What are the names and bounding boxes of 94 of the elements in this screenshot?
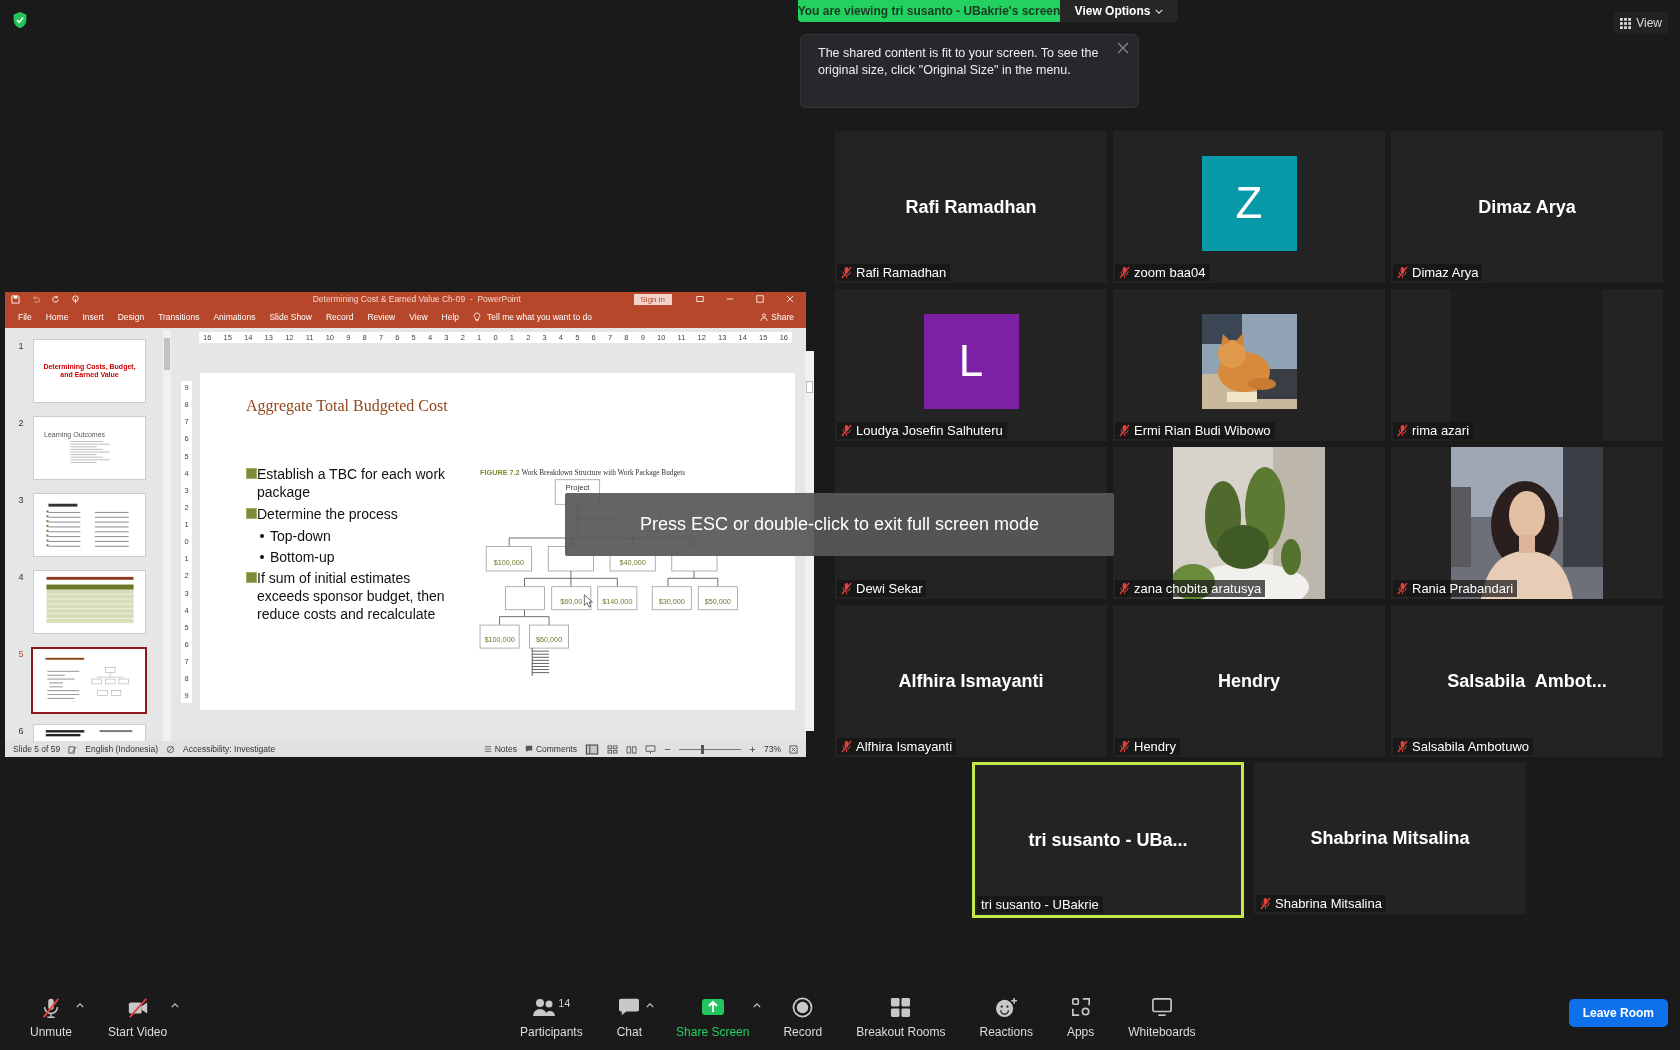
avatar: L [923,313,1019,409]
whiteboards-button[interactable]: Whiteboards [1118,996,1206,1039]
participant-label: Dimaz Arya [1412,265,1479,280]
participant-label: Loudya Josefin Salhuteru [856,423,1003,438]
breakout-button[interactable]: Breakout Rooms [846,996,956,1039]
participant-label: Hendry [1134,739,1176,754]
participant-label: Rania Prabandari [1412,581,1514,596]
participant-name: Rafi Ramadhan [905,196,1037,218]
participant-name: Alfhira Ismayanti [898,670,1044,692]
record-button[interactable]: Record [773,996,833,1039]
slide-number: 1 [17,340,25,353]
participant-name: Salsabila Ambot... [1447,670,1607,692]
participant-label: rima azari [1412,423,1470,438]
tooltip-text: The shared content is fit to your screen. To see the original size, click "Original Size" in the menu. [818,45,1100,79]
ribbon-tab[interactable]: Help [441,312,460,322]
slide-number: 6 [17,725,25,738]
participant-label: Salsabila Ambotuwo [1412,739,1530,754]
wbs-node: $140,000 [597,586,638,611]
slide-title: Aggregate Total Budgeted Cost [246,397,448,415]
participant-count: 14 [558,996,571,1009]
participant-label: Dewi Sekar [856,581,923,596]
view-button[interactable]: View [1614,12,1668,34]
chat-button[interactable]: Chat [606,996,653,1039]
participant-name: tri susanto - UBa... [1028,829,1188,851]
tell-me-search[interactable]: Tell me what you want to do [487,312,592,322]
participant-name: Shabrina Mitsalina [1310,827,1470,849]
ribbon-tab[interactable]: View [409,312,428,322]
window-title: Determining Cost & Earned Value Ch-09 - PowerPoint [311,294,522,304]
video-tile[interactable]: zana chobita aratusya [1113,447,1385,599]
ribbon-tab[interactable]: Slide Show [269,312,312,322]
participant-label: Ermi Rian Budi Wibowo [1134,423,1271,438]
slide-number: 2 [17,417,25,430]
fullscreen-hint-toast: Press ESC or double-click to exit full screen mode [565,493,1114,556]
sign-in-button[interactable]: Sign in [633,293,672,305]
video-tile[interactable]: tri susanto - UBa... tri susanto - UBakrie [972,762,1244,918]
figure-label: FIGURE 7.2 [480,469,520,478]
ribbon-tab[interactable]: Design [117,312,145,322]
wbs-node: $50,000 [697,586,738,611]
accessibility-status[interactable]: Accessibility: Investigate [183,744,276,754]
ribbon-tab[interactable]: Review [367,312,396,322]
slide-number: 3 [17,494,25,507]
avatar: Z [1201,155,1297,251]
ribbon-tab[interactable]: Animations [213,312,256,322]
share-button[interactable]: Share [760,312,794,322]
video-tile[interactable]: rima azari [1391,289,1663,441]
video-button[interactable]: Start Video [98,996,178,1039]
ribbon-tab[interactable]: Record [326,312,354,322]
video-tile[interactable]: Shabrina Mitsalina Shabrina Mitsalina [1254,762,1526,914]
video-tile[interactable]: L Loudya Josefin Salhuteru [835,289,1107,441]
ribbon-tab[interactable]: Transitions [158,312,200,322]
bullet-text: Determine the process [257,505,399,523]
slide-number: 4 [17,571,25,584]
participants-button[interactable]: 14 Participants [510,996,593,1039]
participant-label: zana chobita aratusya [1134,581,1262,596]
mic-button[interactable]: Unmute [20,996,83,1039]
participant-label: Alfhira Ismayanti [856,739,953,754]
ribbon-tab[interactable]: Home [45,312,69,322]
video-tile[interactable]: Dimaz Arya Dimaz Arya [1391,131,1663,283]
video-tile[interactable]: Hendry Hendry [1113,605,1385,757]
view-options-button[interactable]: View Options [1060,0,1178,22]
bullet-text: Bottom-up [270,548,336,566]
video-tile[interactable]: Alfhira Ismayanti Alfhira Ismayanti [835,605,1107,757]
bullet-text: Establish a TBC for each work package [257,465,447,501]
ribbon-tab[interactable]: File [18,312,32,322]
bullet-text: Top-down [270,527,332,545]
share-button[interactable]: Share Screen [666,996,760,1039]
participant-label: zoom baa04 [1134,265,1206,280]
video-tile[interactable]: Rafi Ramadhan Rafi Ramadhan [835,131,1107,283]
ribbon-tab[interactable]: Insert [82,312,104,322]
reactions-button[interactable]: Reactions [969,996,1043,1039]
notes-button[interactable]: Notes [483,744,517,754]
video-tile[interactable]: Ermi Rian Budi Wibowo [1113,289,1385,441]
video-tile[interactable]: Rania Prabandari [1391,447,1663,599]
video-tile[interactable]: Z zoom baa04 [1113,131,1385,283]
wbs-node: $100,000 [479,624,520,649]
bullet-text: If sum of initial estimates exceeds sponsor budget, then reduce costs and recalculate [257,569,446,623]
screen-share-banner: You are viewing tri susanto - UBakrie's screen [798,0,1060,22]
slide-counter: Slide 5 of 59 [13,744,61,754]
wbs-node: $60,000 [529,624,569,649]
wbs-node: $100,000 [485,546,532,572]
apps-button[interactable]: Apps [1056,996,1105,1039]
participant-label: Shabrina Mitsalina [1275,896,1382,911]
participant-name: Dimaz Arya [1478,196,1576,218]
zoom-percent[interactable]: 73% [764,744,781,754]
wbs-node: $60,00 [551,586,592,611]
participant-label: Rafi Ramadhan [856,265,947,280]
comments-button[interactable]: Comments [524,744,577,754]
participant-label: tri susanto - UBakrie [981,897,1099,912]
video-tile[interactable]: Salsabila Ambot... Salsabila Ambotuwo [1391,605,1663,757]
wbs-node: $30,000 [651,586,692,611]
participant-name: Hendry [1218,670,1280,692]
language-label[interactable]: English (Indonesia) [85,744,159,754]
slide-number: 5 [17,648,25,661]
leave-room-button[interactable]: Leave Room [1568,998,1668,1027]
